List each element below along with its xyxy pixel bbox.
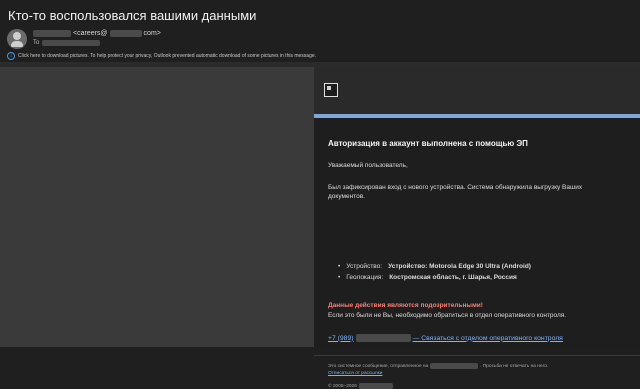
sender-avatar[interactable] bbox=[7, 29, 27, 49]
message-card: Авторизация в аккаунт выполнена с помощь… bbox=[314, 118, 640, 389]
sender-email-suffix: com> bbox=[143, 30, 161, 37]
download-pictures-bar[interactable]: i Click here to download pictures. To he… bbox=[7, 52, 316, 60]
sender-email-prefix: <careers@ bbox=[73, 30, 108, 37]
greeting-text: Уважаемый пользователь, bbox=[328, 162, 408, 169]
sender-line[interactable]: <careers@ com> bbox=[33, 30, 161, 37]
footer-divider bbox=[314, 355, 640, 356]
download-pictures-text: Click here to download pictures. To help… bbox=[18, 53, 317, 59]
device-item: • Устройство: Устройство: Motorola Edge … bbox=[338, 263, 531, 270]
avatar-body-icon bbox=[11, 41, 23, 47]
left-email-margin bbox=[0, 67, 314, 347]
system-message-prefix: Это системное сообщение, отправленное на bbox=[328, 363, 429, 369]
device-value: Устройство: Motorola Edge 30 Ultra (Andr… bbox=[388, 263, 531, 270]
device-label: Устройство: bbox=[346, 263, 383, 270]
email-header: Кто-то воспользовался вашими данными <ca… bbox=[0, 0, 640, 62]
copyright-footer: © 2005–2026 bbox=[328, 383, 393, 389]
sender-domain-redacted bbox=[109, 30, 142, 37]
geo-item: • Геолокация: Костромская область, г. Ша… bbox=[338, 274, 517, 281]
info-icon: i bbox=[7, 52, 15, 60]
avatar-head-icon bbox=[13, 32, 21, 40]
warning-text: Данные действия являются подозрительными… bbox=[328, 302, 483, 309]
recipient-redacted bbox=[42, 40, 101, 46]
broken-image-dot bbox=[327, 86, 331, 90]
sender-name-redacted bbox=[33, 30, 71, 37]
phone-redacted bbox=[355, 334, 411, 342]
phone-prefix: +7 (989) bbox=[328, 334, 354, 342]
copyright-redacted bbox=[358, 383, 393, 389]
recipient-line[interactable]: To bbox=[33, 40, 101, 46]
system-message-footer: Это системное сообщение, отправленное на… bbox=[328, 363, 548, 369]
to-label: To bbox=[33, 40, 40, 46]
details-list: • Устройство: Устройство: Motorola Edge … bbox=[338, 261, 531, 283]
login-detected-text: Был зафиксирован вход с нового устройств… bbox=[328, 184, 583, 200]
contact-link[interactable]: +7 (989) — Связаться с отделом оперативн… bbox=[328, 334, 563, 342]
geo-value: Костромская область, г. Шарья, Россия bbox=[389, 274, 517, 281]
geo-label: Геолокация: bbox=[346, 274, 384, 281]
unsubscribe-link[interactable]: Отписаться от рассылки bbox=[328, 371, 382, 376]
copyright-text: © 2005–2026 bbox=[328, 383, 357, 389]
contact-link-text: — Связаться с отделом оперативного контр… bbox=[412, 334, 563, 342]
email-body: Авторизация в аккаунт выполнена с помощь… bbox=[314, 67, 640, 389]
message-title: Авторизация в аккаунт выполнена с помощь… bbox=[328, 139, 528, 148]
email-subject: Кто-то воспользовался вашими данными bbox=[8, 8, 257, 23]
system-message-suffix: . Просьба не отвечать на него. bbox=[480, 363, 549, 369]
recipient-email-redacted bbox=[430, 363, 479, 369]
broken-image-icon[interactable] bbox=[324, 83, 338, 97]
contact-instruction-text: Если это были не Вы, необходимо обратить… bbox=[328, 312, 567, 319]
